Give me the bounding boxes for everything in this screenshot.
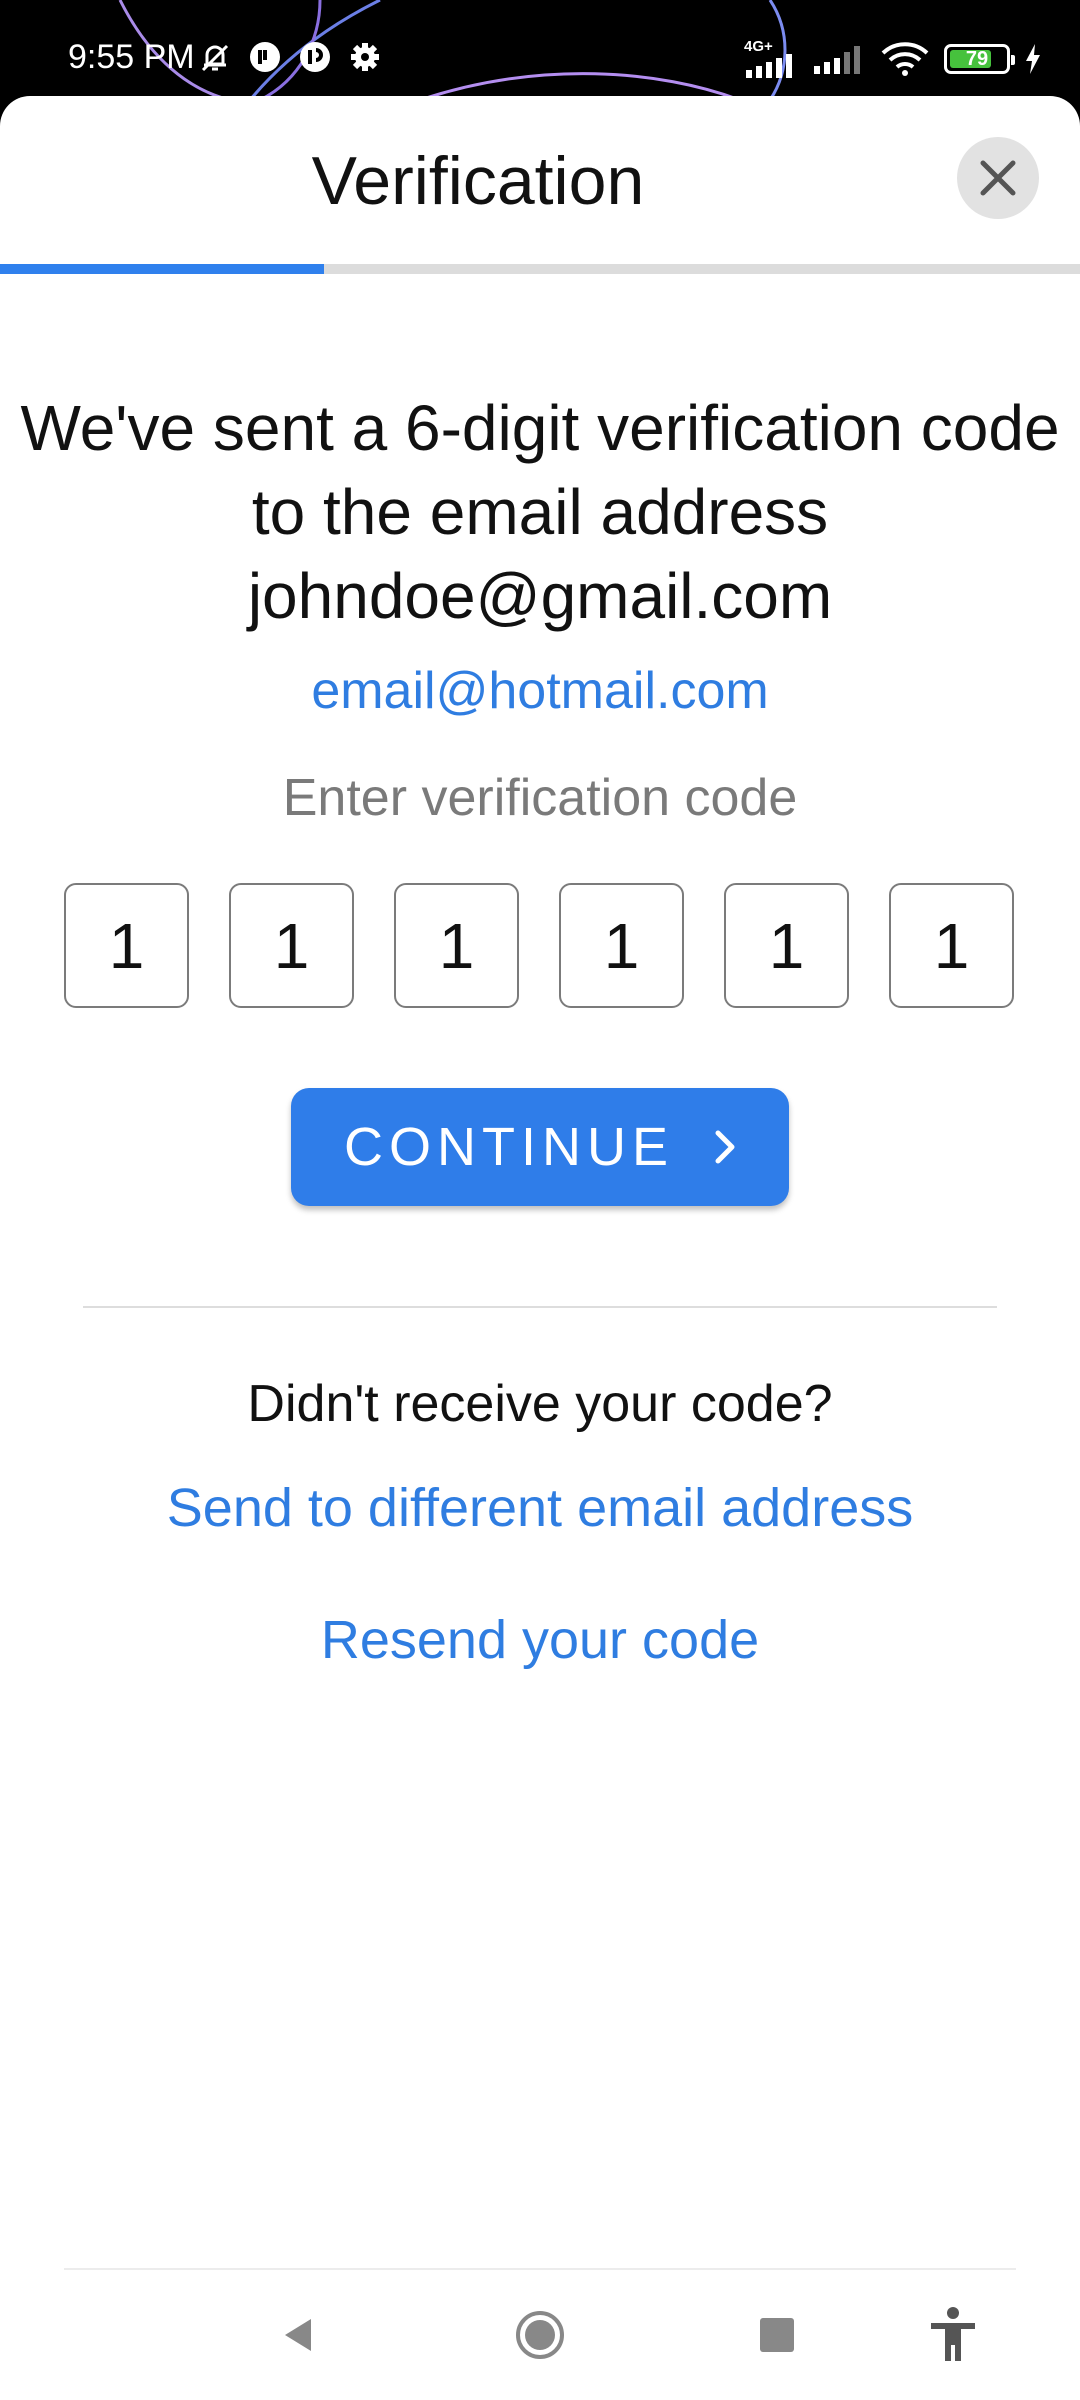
didnt-receive-text: Didn't receive your code? — [247, 1375, 833, 1433]
signal-icon: 4G+ — [744, 38, 798, 78]
step-progress-bar — [0, 264, 1080, 274]
recents-icon — [760, 2318, 794, 2352]
divider — [83, 1306, 997, 1308]
resend-code-link[interactable]: Resend your code — [0, 1609, 1080, 1671]
status-right-icons: 4G+ 79 — [744, 38, 1042, 78]
code-digit-input[interactable]: 1 — [724, 883, 849, 1008]
verification-sheet: Verification We've sent a 6-digit verifi… — [0, 96, 1080, 2400]
code-digit-input[interactable]: 1 — [64, 883, 189, 1008]
code-digit-input[interactable]: 1 — [889, 883, 1014, 1008]
continue-label: CONTINUE — [344, 1117, 674, 1177]
step-progress-fill — [0, 264, 324, 274]
charging-bolt-icon — [1024, 44, 1042, 74]
back-button[interactable] — [264, 2300, 334, 2370]
code-input-row: 1 1 1 1 1 1 — [64, 883, 1014, 1008]
code-digit-input[interactable]: 1 — [559, 883, 684, 1008]
close-icon — [980, 160, 1016, 196]
recents-button[interactable] — [742, 2300, 812, 2370]
status-left-icons — [198, 40, 382, 74]
network-type: 4G+ — [744, 38, 773, 55]
accessibility-icon — [931, 2307, 975, 2361]
mute-bell-icon — [198, 40, 232, 74]
header: Verification — [0, 96, 1080, 274]
notification-icon — [298, 40, 332, 74]
continue-button[interactable]: CONTINUE — [291, 1088, 789, 1206]
chevron-right-icon — [715, 1130, 735, 1164]
page-title: Verification — [311, 143, 645, 219]
code-digit-input[interactable]: 1 — [394, 883, 519, 1008]
accessibility-button[interactable] — [918, 2300, 988, 2370]
code-label: Enter verification code — [282, 769, 798, 827]
wifi-icon — [880, 41, 930, 77]
close-button[interactable] — [957, 137, 1039, 219]
signal-icon — [812, 44, 866, 74]
navigation-bar — [0, 2270, 1080, 2400]
alt-email-link[interactable]: email@hotmail.com — [0, 661, 1080, 721]
back-icon — [285, 2319, 311, 2351]
send-different-email-link[interactable]: Send to different email address — [0, 1477, 1080, 1539]
battery-icon: 79 — [944, 44, 1015, 74]
settings-gear-icon — [348, 40, 382, 74]
notification-icon — [248, 40, 282, 74]
home-icon — [516, 2311, 564, 2359]
status-bar: 9:55 PM 4G+ 79 — [0, 0, 1080, 100]
code-digit-input[interactable]: 1 — [229, 883, 354, 1008]
status-time: 9:55 PM — [68, 38, 195, 76]
home-button[interactable] — [505, 2300, 575, 2370]
battery-percent: 79 — [965, 47, 989, 70]
verification-message: We've sent a 6-digit verification code t… — [20, 392, 1060, 632]
